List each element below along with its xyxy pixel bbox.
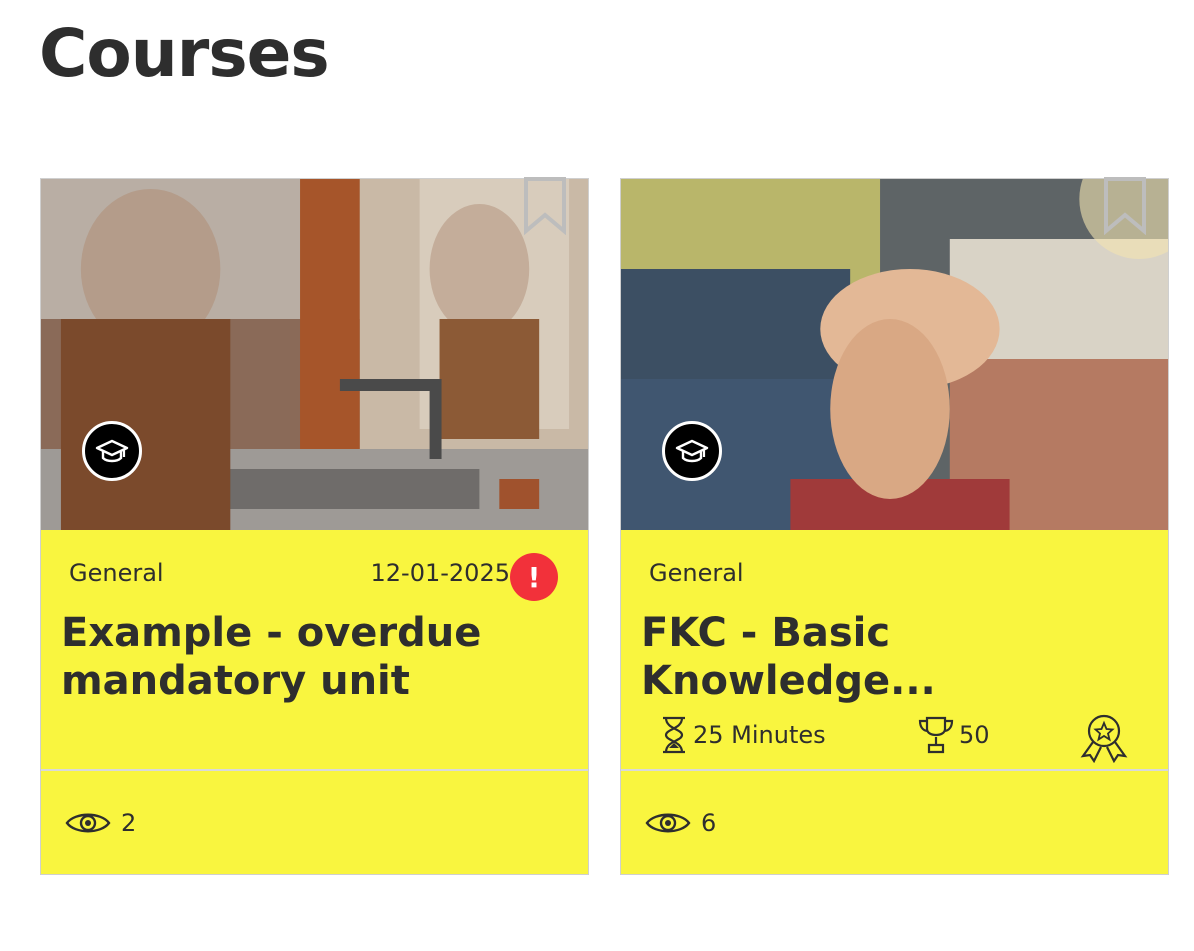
duration-value: 25 Minutes [693,721,826,749]
points-value: 50 [959,721,990,749]
course-duration: 25 Minutes [659,715,826,755]
views-value: 2 [121,809,137,837]
trophy-icon [918,716,954,754]
eye-icon [645,813,691,833]
card-divider [41,769,588,771]
views-value: 6 [701,809,717,837]
overdue-alert-icon: ! [510,553,558,601]
course-title[interactable]: Example - overdue mandatory unit [61,609,561,705]
page-title: Courses [39,15,330,92]
award-badge-icon [1080,714,1128,763]
course-title[interactable]: FKC - Basic Knowledge... [641,609,1141,705]
course-points: 50 [917,715,990,755]
course-card[interactable]: General 12-01-2025 ! Example - overdue m… [40,175,589,875]
due-date: 12-01-2025 [370,559,510,587]
course-card[interactable]: General FKC - Basic Knowledge... 25 Minu… [620,175,1169,875]
bookmark-icon[interactable] [522,175,568,235]
views-count: 2 [65,809,136,837]
course-category: General [649,559,744,587]
views-count: 6 [645,809,716,837]
card-divider [621,769,1168,771]
bookmark-icon[interactable] [1102,175,1148,235]
eye-icon [65,813,111,833]
hourglass-icon [663,716,685,754]
graduation-cap-icon [82,421,142,481]
course-category: General [69,559,164,587]
graduation-cap-icon [662,421,722,481]
